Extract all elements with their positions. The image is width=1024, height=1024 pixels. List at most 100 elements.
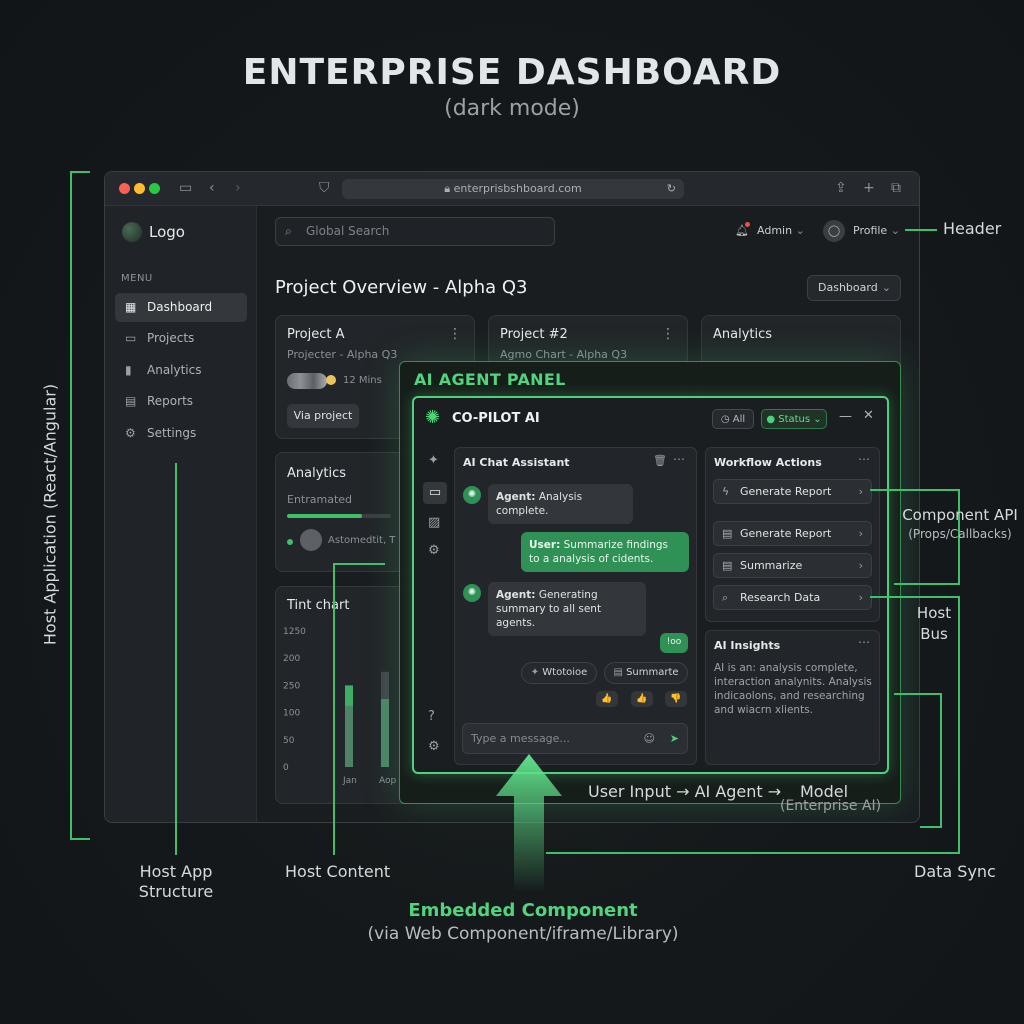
- view-dropdown[interactable]: Dashboard ⌄: [807, 275, 901, 301]
- trash-icon[interactable]: 🗑︎: [653, 454, 667, 467]
- sidebar-item-projects[interactable]: ▭ Projects: [115, 324, 247, 353]
- send-icon[interactable]: ➤: [670, 724, 679, 753]
- gear-icon[interactable]: ⚙: [428, 739, 440, 754]
- chevron-down-icon: ⌄: [795, 224, 805, 237]
- message-input[interactable]: Type a message... ☺ ➤: [462, 723, 688, 754]
- minimize-window-dot[interactable]: [134, 183, 145, 194]
- sparkle-icon[interactable]: ✦: [428, 453, 439, 468]
- generate-report-button-2[interactable]: ▤ Generate Report ›: [713, 521, 872, 546]
- sidebar-item-label: Projects: [147, 331, 195, 345]
- document-icon: ▤: [613, 667, 627, 678]
- back-icon[interactable]: ‹: [209, 180, 215, 196]
- reaction-thumbs-up[interactable]: 👍: [631, 691, 653, 707]
- suggestion-chip[interactable]: ▤ Summarte: [604, 662, 688, 684]
- action-label: Summarize: [740, 559, 803, 572]
- research-data-button[interactable]: ⌕ Research Data ›: [713, 585, 872, 610]
- card-title: Analytics: [287, 466, 347, 481]
- progress-track: [287, 514, 391, 518]
- avatar-group: [287, 373, 327, 389]
- host-app-bracket-bottom: [70, 838, 90, 840]
- action-label: Generate Report: [740, 527, 832, 540]
- sidebar-item-dashboard[interactable]: ▦ Dashboard: [115, 293, 247, 322]
- data-sync-connector-vertical: [958, 596, 960, 854]
- close-window-dot[interactable]: [119, 183, 130, 194]
- emoji-icon[interactable]: ☺: [644, 724, 655, 753]
- browser-toolbar: ▭ ‹ › ⛉ 🔒︎ enterprisbshboard.com ↻ ⇪ + ⧉: [105, 172, 919, 206]
- card-time: 12 Mins: [343, 375, 382, 386]
- via-project-button[interactable]: Via project: [287, 404, 359, 428]
- host-app-bracket-top: [70, 171, 90, 173]
- chevron-right-icon: ›: [858, 559, 863, 572]
- sidebar-item-label: Analytics: [147, 363, 202, 377]
- workflow-actions-panel: Workflow Actions ⋯ ϟ Generate Report › ▤ Ge…: [705, 447, 880, 622]
- profile-menu[interactable]: Profile ⌄: [853, 224, 900, 237]
- chip-label: Wtotoioe: [542, 667, 588, 678]
- card-title: Analytics: [713, 327, 773, 342]
- generate-report-button[interactable]: ϟ Generate Report ›: [713, 479, 872, 504]
- y-tick-label: 50: [283, 736, 295, 746]
- suggestion-chip[interactable]: ✦ Wtotoioe: [521, 662, 597, 684]
- reaction-thumbs-down[interactable]: 👎: [665, 691, 687, 707]
- more-options-icon[interactable]: ⋯: [858, 635, 870, 649]
- chart-bar: [381, 671, 389, 767]
- copilot-window: ✺ CO-PILOT AI ◷ All ● Status ⌄ — ✕ ✦ ▭ ▨…: [412, 396, 889, 774]
- maximize-window-dot[interactable]: [149, 183, 160, 194]
- profile-avatar[interactable]: ◯: [823, 220, 845, 242]
- component-api-annotation: Component API: [902, 506, 1018, 524]
- forward-icon[interactable]: ›: [235, 180, 241, 196]
- status-label: Status: [778, 414, 811, 425]
- sidebar-item-reports[interactable]: ▤ Reports: [115, 387, 247, 416]
- more-options-icon[interactable]: ⋮: [448, 326, 462, 342]
- browser-window: ▭ ‹ › ⛉ 🔒︎ enterprisbshboard.com ↻ ⇪ + ⧉ …: [104, 171, 920, 823]
- status-dot: [326, 375, 336, 385]
- help-icon[interactable]: ?: [428, 709, 435, 724]
- embedded-arrow-icon: [496, 754, 562, 892]
- image-icon[interactable]: ▨: [428, 515, 440, 530]
- minimize-icon[interactable]: —: [839, 409, 852, 424]
- chat-icon[interactable]: ▭: [423, 482, 447, 504]
- address-bar[interactable]: 🔒︎ enterprisbshboard.com ↻: [342, 179, 684, 199]
- y-tick-label: 200: [283, 654, 300, 664]
- card-subtitle: Agmo Chart - Alpha Q3: [500, 348, 628, 361]
- settings-cog-icon[interactable]: ⚙: [428, 543, 440, 558]
- message-sender: Agent:: [496, 589, 536, 601]
- sidebar-toggle-icon[interactable]: ▭: [179, 180, 192, 196]
- sidebar-item-analytics[interactable]: ▮ Analytics: [115, 356, 247, 385]
- model-sublabel: (Enterprise AI): [780, 798, 882, 814]
- all-filter-badge[interactable]: ◷ All: [712, 409, 754, 429]
- x-tick-label: Aop: [379, 776, 397, 786]
- host-content-connector: [333, 563, 335, 855]
- chevron-down-icon: ⌄: [881, 281, 891, 294]
- reaction-thumbs-up[interactable]: 👍: [596, 691, 618, 707]
- y-tick-label: 100: [283, 709, 300, 719]
- global-search-input[interactable]: ⌕ Global Search: [275, 217, 555, 246]
- copilot-rail: ✦ ▭ ▨ ⚙ ? ⚙: [422, 447, 448, 765]
- sparkle-icon: ✦: [530, 667, 543, 678]
- tabs-overview-icon[interactable]: ⧉: [891, 180, 901, 196]
- close-icon[interactable]: ✕: [863, 408, 874, 423]
- profile-label: Profile: [853, 224, 888, 237]
- card-user: Astomedtit, T: [328, 535, 396, 546]
- summarize-button[interactable]: ▤ Summarize ›: [713, 553, 872, 578]
- y-tick-label: 250: [283, 681, 300, 691]
- more-options-icon[interactable]: ⋯: [858, 452, 870, 466]
- host-app-structure-annotation: Host App Structure: [138, 862, 214, 901]
- status-dropdown[interactable]: ● Status ⌄: [761, 409, 827, 429]
- new-tab-icon[interactable]: +: [863, 180, 875, 196]
- more-options-icon[interactable]: ⋯: [673, 452, 685, 466]
- host-content-annotation: Host Content: [285, 862, 391, 881]
- sidebar-item-settings[interactable]: ⚙ Settings: [115, 419, 247, 448]
- notification-dot: [745, 222, 750, 227]
- y-tick-label: 1250: [283, 627, 306, 637]
- data-sync-connector-top: [870, 596, 960, 598]
- share-icon[interactable]: ⇪: [835, 180, 847, 196]
- reload-icon[interactable]: ↻: [667, 179, 676, 199]
- component-api-connector-bottom: [894, 583, 960, 585]
- more-options-icon[interactable]: ⋮: [661, 326, 675, 342]
- document-icon: ▤: [722, 527, 733, 540]
- admin-menu[interactable]: Admin ⌄: [757, 224, 805, 237]
- all-badge-label: All: [732, 414, 746, 425]
- chevron-right-icon: ›: [858, 591, 863, 604]
- lock-icon: 🔒︎: [444, 182, 454, 195]
- ai-agent-panel: AI AGENT PANEL ✺ CO-PILOT AI ◷ All ● Sta…: [399, 361, 901, 804]
